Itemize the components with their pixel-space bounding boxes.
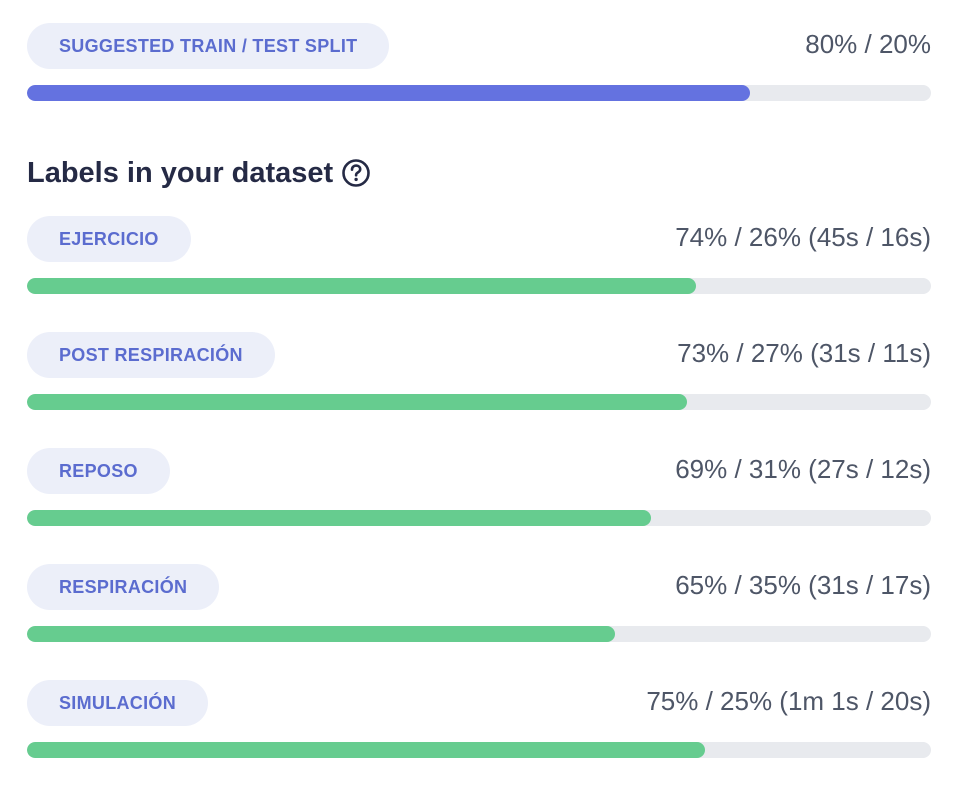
label-split-value: 69% / 31% (27s / 12s): [675, 454, 931, 484]
label-split-value: 75% / 25% (1m 1s / 20s): [646, 686, 931, 716]
label-row-header: POST RESPIRACIÓN 73% / 27% (31s / 11s): [27, 332, 931, 378]
label-row-simulacion: SIMULACIÓN 75% / 25% (1m 1s / 20s): [27, 680, 931, 758]
label-progress-fill: [27, 626, 615, 642]
label-row-ejercicio: EJERCICIO 74% / 26% (45s / 16s): [27, 216, 931, 294]
split-label-pill: SUGGESTED TRAIN / TEST SPLIT: [27, 23, 390, 69]
label-progress-track: [27, 742, 931, 758]
labels-heading-text: Labels in your dataset: [27, 156, 334, 189]
split-progress-fill: [27, 85, 751, 101]
split-header: SUGGESTED TRAIN / TEST SPLIT 80% / 20%: [27, 23, 931, 69]
label-progress-fill: [27, 394, 687, 410]
label-row-header: SIMULACIÓN 75% / 25% (1m 1s / 20s): [27, 680, 931, 726]
label-row-header: REPOSO 69% / 31% (27s / 12s): [27, 448, 931, 494]
label-progress-track: [27, 510, 931, 526]
label-progress-track: [27, 394, 931, 410]
label-progress-fill: [27, 742, 705, 758]
label-pill: SIMULACIÓN: [27, 680, 208, 726]
split-value: 80% / 20%: [805, 29, 931, 59]
label-split-value: 74% / 26% (45s / 16s): [675, 222, 931, 252]
split-progress-track: [27, 85, 931, 101]
labels-heading: Labels in your dataset: [27, 153, 371, 193]
label-pill: REPOSO: [27, 448, 170, 494]
label-split-value: 73% / 27% (31s / 11s): [677, 338, 931, 368]
label-row-header: RESPIRACIÓN 65% / 35% (31s / 17s): [27, 564, 931, 610]
label-split-value: 65% / 35% (31s / 17s): [675, 570, 931, 600]
label-progress-track: [27, 626, 931, 642]
label-progress-track: [27, 278, 931, 294]
label-row-reposo: REPOSO 69% / 31% (27s / 12s): [27, 448, 931, 526]
label-pill: RESPIRACIÓN: [27, 564, 220, 610]
train-test-split-section: SUGGESTED TRAIN / TEST SPLIT 80% / 20%: [27, 23, 931, 101]
label-pill: EJERCICIO: [27, 216, 191, 262]
question-circle-icon[interactable]: [341, 158, 371, 188]
label-row-post-respiracion: POST RESPIRACIÓN 73% / 27% (31s / 11s): [27, 332, 931, 410]
label-progress-fill: [27, 510, 651, 526]
label-progress-fill: [27, 278, 696, 294]
label-row-respiracion: RESPIRACIÓN 65% / 35% (31s / 17s): [27, 564, 931, 642]
label-row-header: EJERCICIO 74% / 26% (45s / 16s): [27, 216, 931, 262]
label-pill: POST RESPIRACIÓN: [27, 332, 275, 378]
